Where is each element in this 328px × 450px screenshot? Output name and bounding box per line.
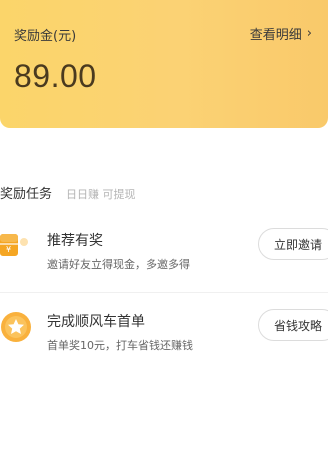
task-referral: ¥ 推荐有奖 邀请好友立得现金，多邀多得 立即邀请 (0, 212, 328, 288)
star-badge-icon (0, 311, 32, 343)
task-title: 完成顺风车首单 (47, 314, 145, 330)
money-saving-tips-button[interactable]: 省钱攻略 (258, 309, 328, 341)
section-title: 奖励任务 (0, 187, 53, 202)
chevron-right-icon: › (306, 26, 312, 41)
reward-balance-amount: 89.00 (14, 58, 97, 94)
section-subtitle: 日日赚 可提现 (66, 188, 136, 201)
reward-tasks-header: 奖励任务 日日赚 可提现 (0, 183, 136, 202)
view-details-link[interactable]: 查看明细 › (250, 24, 312, 43)
svg-text:¥: ¥ (6, 245, 11, 254)
gift-icon: ¥ (0, 230, 32, 262)
view-details-label: 查看明细 (249, 28, 302, 43)
task-title: 推荐有奖 (47, 233, 103, 249)
invite-now-button[interactable]: 立即邀请 (258, 228, 328, 260)
reward-label: 奖励金(元) (14, 29, 77, 44)
reward-balance-card: 奖励金(元) 查看明细 › 89.00 (0, 0, 328, 128)
task-first-ride: 完成顺风车首单 首单奖10元，打车省钱还赚钱 省钱攻略 (0, 292, 328, 368)
task-description: 邀请好友立得现金，多邀多得 (47, 258, 190, 271)
task-description: 首单奖10元，打车省钱还赚钱 (47, 339, 193, 352)
